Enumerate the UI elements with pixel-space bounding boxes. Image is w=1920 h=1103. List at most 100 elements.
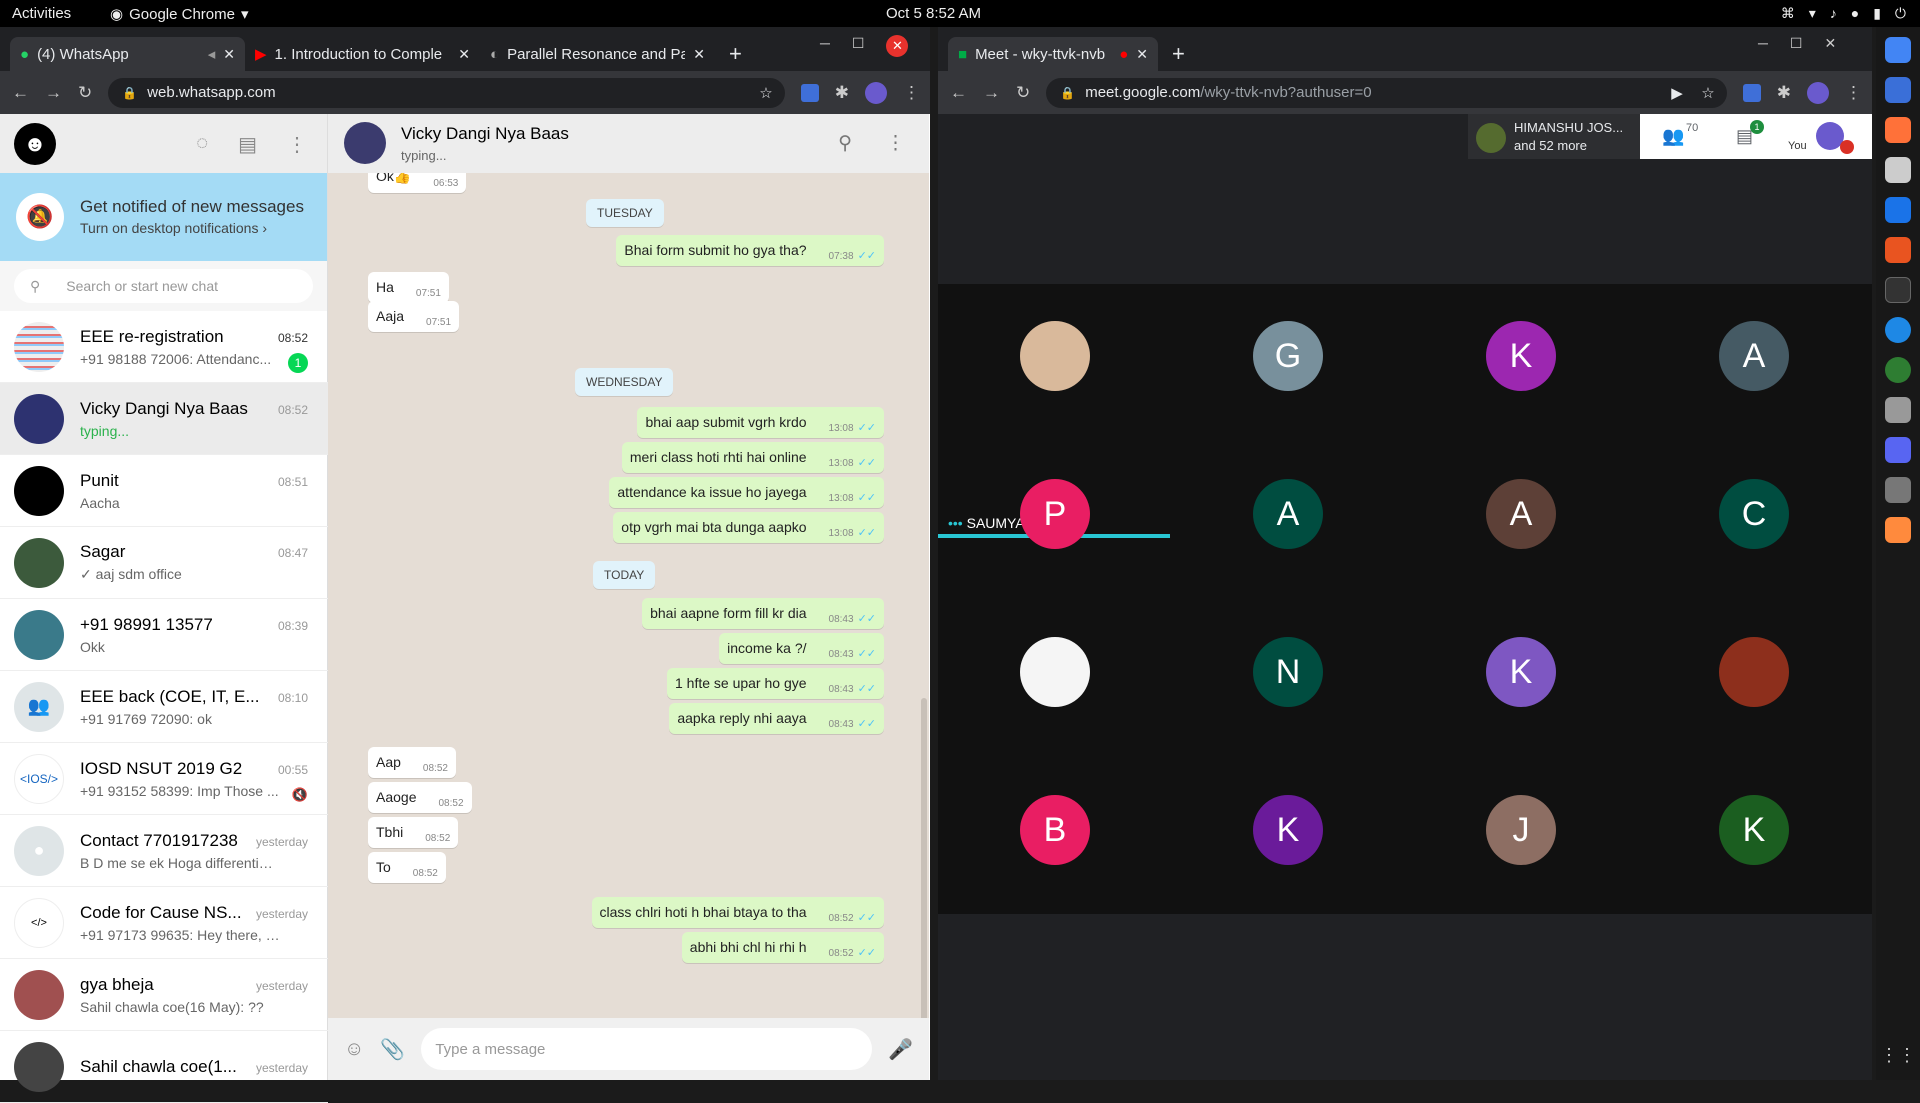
participant-tile[interactable]: K <box>1719 795 1789 865</box>
my-avatar[interactable]: ☻ <box>14 122 56 165</box>
firefox-dock-icon[interactable] <box>1885 117 1911 143</box>
impress-dock-icon[interactable] <box>1885 517 1911 543</box>
new-tab-button[interactable]: + <box>715 37 756 71</box>
discord-dock-icon[interactable] <box>1885 437 1911 463</box>
usb-dock-icon[interactable] <box>1885 477 1911 503</box>
attach-icon[interactable]: 📎 <box>380 1037 405 1062</box>
people-icon[interactable]: 👥 <box>1662 126 1684 147</box>
tab-meet[interactable]: ■ Meet - wky-ttvk-nvb ● ✕ <box>948 37 1158 71</box>
message-incoming[interactable]: Aaja 07:51 <box>368 301 460 332</box>
participant-tile[interactable]: J <box>1486 795 1556 865</box>
translate-extension-icon[interactable] <box>1742 83 1761 102</box>
new-chat-icon[interactable]: ▤ <box>238 132 257 157</box>
chrome-dock-icon[interactable] <box>1885 37 1911 63</box>
docs-dock-icon[interactable] <box>1885 197 1911 223</box>
message-incoming[interactable]: Aaoge 08:52 <box>368 782 472 813</box>
address-bar[interactable]: 🔒 web.whatsapp.com ☆ <box>108 77 785 108</box>
participant-tile[interactable]: N <box>1253 637 1323 707</box>
participant-tile[interactable]: B <box>1020 795 1090 865</box>
close-icon[interactable]: ✕ <box>693 46 705 63</box>
address-bar[interactable]: 🔒 meet.google.com/wky-ttvk-nvb?authuser=0… <box>1046 77 1727 108</box>
bookmark-star-icon[interactable]: ☆ <box>1701 84 1714 102</box>
thunderbird-dock-icon[interactable] <box>1885 77 1911 103</box>
close-icon[interactable]: ✕ <box>223 46 235 63</box>
new-tab-button[interactable]: + <box>1158 37 1199 71</box>
message-outgoing[interactable]: class chlri hoti h bhai btaya to tha 08:5… <box>591 897 884 928</box>
chat-item[interactable]: EEE re-registration 08:52 +91 98188 72006:… <box>0 311 328 383</box>
message-incoming[interactable]: To 08:52 <box>368 852 446 883</box>
close-icon[interactable]: ✕ <box>458 46 470 63</box>
maximize-icon[interactable]: ☐ <box>852 35 865 57</box>
bookmark-star-icon[interactable]: ☆ <box>759 84 772 102</box>
search-icon[interactable]: ⚲ <box>838 132 852 155</box>
screenshot-dock-icon[interactable] <box>1885 397 1911 423</box>
tab-parallel-resonance[interactable]: ◐ Parallel Resonance and Pa ✕ <box>480 37 715 71</box>
app-menu[interactable]: ◉ Google Chrome ▾ <box>110 5 249 24</box>
message-outgoing[interactable]: abhi bhi chl hi rhi h 08:52 ✓✓ <box>681 932 884 963</box>
message-incoming[interactable]: Ok👍 06:53 <box>368 173 467 193</box>
message-outgoing[interactable]: bhai aapne form fill kr dia 08:43 ✓✓ <box>642 598 884 629</box>
participant-tile[interactable]: G <box>1253 321 1323 391</box>
participant-tile[interactable]: A <box>1486 479 1556 549</box>
message-incoming[interactable]: Ha 07:51 <box>368 272 449 303</box>
menu-icon[interactable]: ⋮ <box>886 132 905 155</box>
participant-tile[interactable]: C <box>1719 479 1789 549</box>
participant-tile[interactable]: K <box>1486 321 1556 391</box>
participant-tile[interactable]: P <box>1020 479 1090 549</box>
tab-introduction[interactable]: ▶ 1. Introduction to Comple ✕ <box>245 37 480 71</box>
chat-item[interactable]: Vicky Dangi Nya Baas 08:52 typing... <box>0 383 328 455</box>
chat-item[interactable]: gya bheja yesterday Sahil chawla coe(16 Ma… <box>0 959 328 1031</box>
chat-item[interactable]: Sahil chawla coe(1... yesterday <box>0 1031 328 1103</box>
menu-icon[interactable]: ⋮ <box>287 132 307 157</box>
profile-avatar[interactable] <box>1807 81 1829 104</box>
camera-icon[interactable]: ▶ <box>1671 84 1683 102</box>
notif-link[interactable]: Turn on desktop notifications › <box>80 220 267 236</box>
translate-extension-icon[interactable] <box>800 83 819 102</box>
tab-whatsapp[interactable]: ● (4) WhatsApp ◂ ✕ <box>10 37 245 71</box>
message-outgoing[interactable]: bhai aap submit vgrh krdo 13:08 ✓✓ <box>637 407 884 438</box>
app-grid-icon[interactable]: ⋮⋮ <box>1880 1045 1916 1066</box>
chat-item[interactable]: <IOS/> IOSD NSUT 2019 G2 00:55 +91 93152 58… <box>0 743 328 815</box>
terminal-dock-icon[interactable] <box>1885 277 1911 303</box>
participant-tile[interactable] <box>1719 637 1789 707</box>
message-outgoing[interactable]: aapka reply nhi aaya 08:43 ✓✓ <box>669 703 884 734</box>
maximize-icon[interactable]: ☐ <box>1790 35 1803 52</box>
message-input[interactable]: Type a message <box>421 1028 873 1070</box>
message-incoming[interactable]: Tbhi 08:52 <box>368 817 459 848</box>
message-outgoing[interactable]: attendance ka issue ho jayega 13:08 ✓✓ <box>609 477 884 508</box>
reload-icon[interactable]: ↻ <box>78 83 92 103</box>
message-outgoing[interactable]: Bhai form submit ho gya tha? 07:38 ✓✓ <box>616 235 884 266</box>
clock[interactable]: Oct 5 8:52 AM <box>886 5 981 22</box>
system-tray[interactable]: ⌘ ▾ ♪ ● ▮ ⏻ <box>1781 5 1906 22</box>
close-window-button[interactable]: ✕ <box>886 35 909 57</box>
back-icon[interactable]: ← <box>12 83 29 103</box>
emoji-icon[interactable]: ☺ <box>344 1038 364 1061</box>
profile-avatar[interactable] <box>865 81 887 104</box>
extensions-icon[interactable]: ✱ <box>835 83 849 103</box>
software-dock-icon[interactable] <box>1885 237 1911 263</box>
close-icon[interactable]: ✕ <box>1136 46 1148 63</box>
status-icon[interactable]: ◌ <box>196 132 208 157</box>
extensions-icon[interactable]: ✱ <box>1777 83 1791 103</box>
participant-tile[interactable]: K <box>1486 637 1556 707</box>
message-outgoing[interactable]: 1 hfte se upar ho gye 08:43 ✓✓ <box>666 668 884 699</box>
conversation-header[interactable]: Vicky Dangi Nya Baas typing... ⚲ ⋮ <box>328 114 929 173</box>
forward-icon[interactable]: → <box>983 83 1000 103</box>
help-dock-icon[interactable] <box>1885 317 1911 343</box>
mic-icon[interactable]: 🎤 <box>888 1037 913 1062</box>
reload-icon[interactable]: ↻ <box>1016 83 1030 103</box>
participant-tile[interactable] <box>1020 321 1090 391</box>
participant-tile[interactable]: K <box>1253 795 1323 865</box>
close-icon[interactable]: ✕ <box>1824 35 1836 52</box>
chat-item[interactable]: </> Code for Cause NS... yesterday +91 9717… <box>0 887 328 959</box>
menu-icon[interactable]: ⋮ <box>1845 83 1862 103</box>
chat-item[interactable]: +91 98991 13577 08:39 Okk <box>0 599 328 671</box>
files-dock-icon[interactable] <box>1885 157 1911 183</box>
chat-item[interactable]: ● Contact 7701917238 yesterday B D me se ek… <box>0 815 328 887</box>
participant-summary[interactable]: HIMANSHU JOS... and 52 more <box>1468 114 1640 159</box>
message-outgoing[interactable]: otp vgrh mai bta dunga aapko 13:08 ✓✓ <box>613 512 884 543</box>
menu-icon[interactable]: ⋮ <box>903 83 920 103</box>
web-dock-icon[interactable] <box>1885 357 1911 383</box>
chat-item[interactable]: Punit 08:51 Aacha <box>0 455 328 527</box>
scrollbar[interactable] <box>921 698 927 1018</box>
